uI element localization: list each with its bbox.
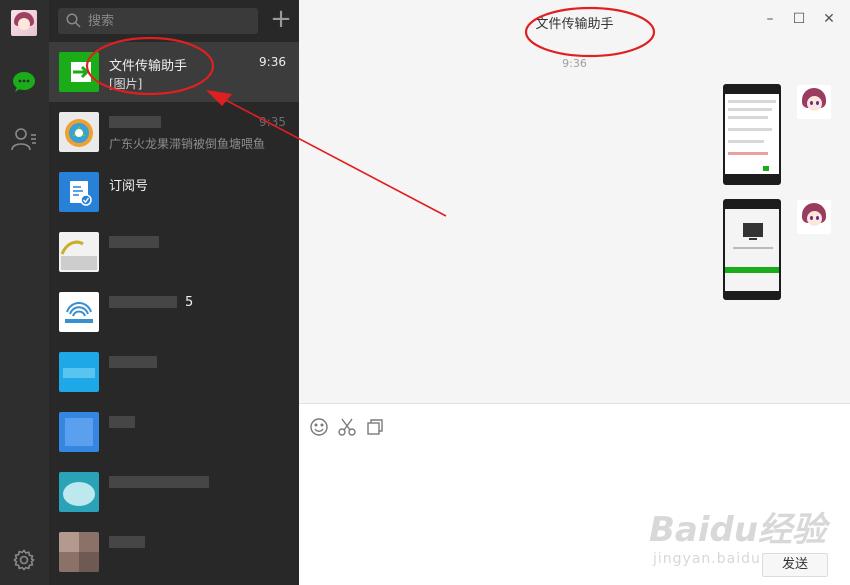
chat-item-8[interactable]: [49, 462, 299, 522]
image-message-2[interactable]: [723, 199, 781, 300]
chat-name: 订阅号: [109, 179, 149, 194]
chat-list-panel: + 文件传输助手 [图片] 9:36 广东火龙果滞销被倒鱼塘喂鱼 9:35 订阅…: [49, 0, 299, 585]
chat-time: 9:36: [259, 55, 286, 69]
nav-sidebar: [0, 0, 49, 585]
screenshot-scissors-icon[interactable]: [337, 417, 357, 437]
chat-avatar: [59, 472, 99, 512]
send-file-icon[interactable]: [365, 417, 385, 437]
my-avatar[interactable]: [11, 10, 37, 36]
message-timestamp: 9:36: [562, 57, 587, 70]
chat-item-9[interactable]: [49, 522, 299, 582]
chat-name: 文件传输助手: [109, 59, 188, 74]
close-button[interactable]: ✕: [820, 10, 838, 28]
chat-item-7[interactable]: [49, 402, 299, 462]
search-box[interactable]: [58, 8, 258, 34]
chat-item-file-transfer[interactable]: 文件传输助手 [图片] 9:36: [49, 42, 299, 102]
my-message-avatar[interactable]: [797, 85, 831, 119]
chat-avatar: [59, 232, 99, 272]
subscription-avatar: [59, 172, 99, 212]
chat-item-subscriptions[interactable]: 订阅号: [49, 162, 299, 222]
chat-window: 文件传输助手 – ☐ ✕ 9:36 Baidu经验 jingyan.baidu.…: [299, 0, 850, 585]
send-button[interactable]: 发送: [762, 553, 828, 577]
chat-preview: 广东火龙果滞销被倒鱼塘喂鱼: [109, 137, 266, 151]
chat-icon[interactable]: [10, 68, 38, 96]
chat-item-4[interactable]: [49, 222, 299, 282]
chat-avatar: [59, 292, 99, 332]
chat-item-5[interactable]: 5: [49, 282, 299, 342]
chat-avatar: [59, 352, 99, 392]
contacts-icon[interactable]: [10, 125, 38, 153]
chat-avatar: [59, 532, 99, 572]
watermark-brand: Baidu经验: [649, 510, 827, 550]
emoji-icon[interactable]: [309, 417, 329, 437]
search-icon: [66, 13, 81, 32]
image-message-1[interactable]: [723, 84, 781, 185]
my-message-avatar[interactable]: [797, 200, 831, 234]
add-chat-button[interactable]: +: [269, 6, 293, 32]
chat-avatar: [59, 412, 99, 452]
minimize-button[interactable]: –: [761, 10, 779, 28]
chat-name: 5: [185, 295, 194, 310]
chat-item-2[interactable]: 广东火龙果滞销被倒鱼塘喂鱼 9:35: [49, 102, 299, 162]
maximize-button[interactable]: ☐: [790, 10, 808, 28]
settings-gear-icon[interactable]: [10, 546, 38, 574]
chat-avatar: [59, 112, 99, 152]
search-input[interactable]: [88, 11, 248, 31]
chat-item-6[interactable]: [49, 342, 299, 402]
chat-time: 9:35: [259, 115, 286, 129]
message-input-area[interactable]: Baidu经验 jingyan.baidu.com 发送: [299, 404, 850, 585]
file-transfer-avatar: [59, 52, 99, 92]
chat-preview: [图片]: [109, 77, 143, 91]
